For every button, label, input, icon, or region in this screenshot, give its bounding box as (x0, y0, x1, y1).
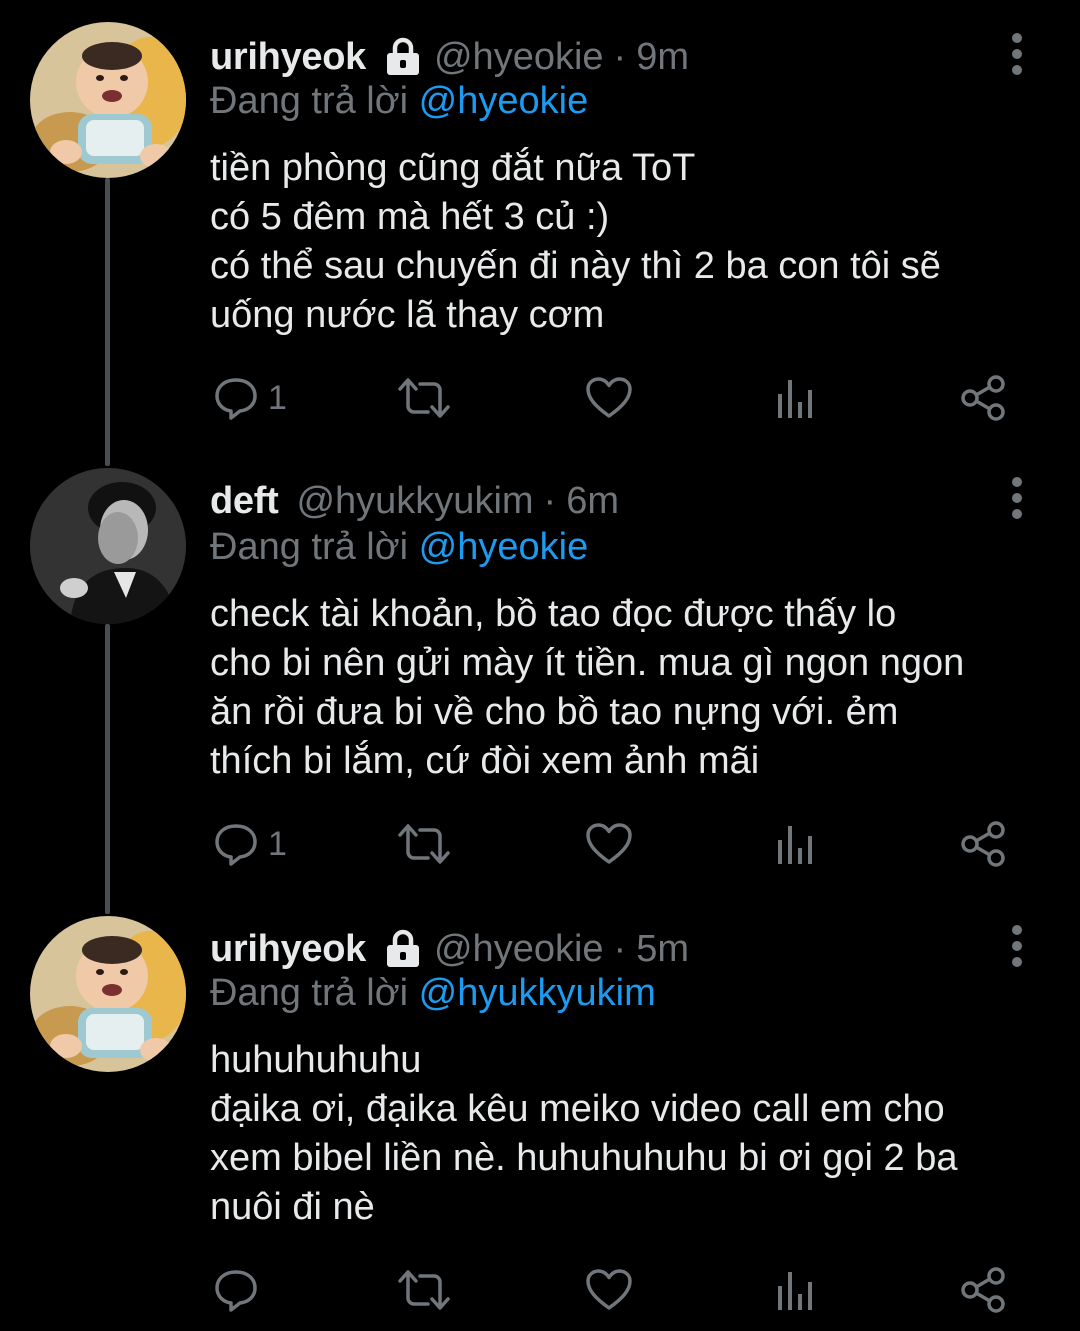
share-button[interactable] (960, 1260, 1006, 1320)
tweet-text-line: check tài khoản, bồ tao đọc được thấy lo (210, 593, 897, 635)
baby-avatar-icon (30, 22, 186, 178)
tweet[interactable]: urihyeok @hyeokie · 5m Đang trả lời @hyu… (0, 916, 1080, 1331)
heart-icon (586, 823, 632, 864)
action-bar: 1 (210, 368, 1050, 428)
tweet-text-line: có 5 đêm mà hết 3 củ :) (210, 196, 610, 238)
tweet-text-line: huhuhuhuhu (210, 1039, 422, 1081)
display-name[interactable]: urihyeok (210, 36, 366, 79)
timestamp[interactable]: 5m (636, 928, 689, 971)
retweet-button[interactable] (398, 368, 450, 428)
replying-to: Đang trả lời @hyukkyukim (210, 972, 656, 1015)
analytics-icon (778, 380, 812, 418)
reply-button[interactable]: 1 (214, 368, 287, 428)
reply-button[interactable]: 1 (214, 814, 287, 874)
timestamp[interactable]: 6m (566, 480, 619, 523)
tweet-text-line: uống nước lã thay cơm (210, 294, 605, 336)
man-bw-avatar-icon (30, 468, 186, 624)
handle[interactable]: @hyeokie (434, 36, 604, 79)
share-button[interactable] (960, 368, 1006, 428)
views-button[interactable] (776, 814, 816, 874)
share-icon (961, 821, 1005, 867)
action-bar: 1 (210, 814, 1050, 874)
like-button[interactable] (585, 368, 633, 428)
tweet-text-line: xem bibel liền nè. huhuhuhuhu bi ơi gọi … (210, 1137, 958, 1179)
reply-button[interactable] (214, 1260, 268, 1320)
tweet-text-line: tiền phòng cũng đắt nữa ToT (210, 147, 696, 189)
tweet-text-line: cho bi nên gửi mày ít tiền. mua gì ngon … (210, 642, 965, 684)
views-button[interactable] (776, 368, 816, 428)
tweet[interactable]: urihyeok @hyeokie · 9m Đang trả lời @hye… (0, 22, 1080, 442)
replying-to-handle[interactable]: @hyukkyukim (419, 972, 656, 1014)
separator: · (613, 35, 627, 78)
heart-icon (586, 377, 632, 418)
heart-icon (586, 1269, 632, 1310)
handle[interactable]: @hyukkyukim (296, 480, 533, 523)
more-options-icon[interactable] (1006, 32, 1028, 76)
replying-to-label: Đang trả lời (210, 80, 409, 122)
display-name[interactable]: deft (210, 480, 279, 523)
share-button[interactable] (960, 814, 1006, 874)
lock-icon (386, 929, 419, 967)
reply-count: 1 (268, 824, 287, 863)
tweet-text-line: ăn rồi đưa bi về cho bồ tao nựng với. ẻm (210, 691, 899, 733)
reply-icon (215, 1270, 257, 1312)
tweet-header: urihyeok @hyeokie · 9m (210, 32, 689, 82)
replying-to-handle[interactable]: @hyeokie (419, 80, 589, 122)
reply-count: 1 (268, 378, 287, 417)
action-bar (210, 1260, 1050, 1320)
tweet-text-line: có thể sau chuyến đi này thì 2 ba con tô… (210, 245, 941, 287)
tweet[interactable]: deft @hyukkyukim · 6m Đang trả lời @hyeo… (0, 468, 1080, 888)
share-icon (961, 1267, 1005, 1313)
like-button[interactable] (585, 814, 633, 874)
retweet-icon (398, 1270, 450, 1310)
tweet-text: tiền phòng cũng đắt nữa ToT có 5 đêm mà … (210, 144, 1050, 340)
like-button[interactable] (585, 1260, 633, 1320)
avatar[interactable] (30, 22, 186, 178)
retweet-icon (398, 378, 450, 418)
share-icon (961, 375, 1005, 421)
separator: · (613, 927, 627, 970)
handle[interactable]: @hyeokie (434, 928, 604, 971)
baby-avatar-icon (30, 916, 186, 1072)
retweet-button[interactable] (398, 814, 450, 874)
tweet-text-line: nuôi đi nè (210, 1186, 375, 1228)
tweet-text-line: đạika ơi, đạika kêu meiko video call em … (210, 1088, 945, 1130)
timestamp[interactable]: 9m (636, 36, 689, 79)
reply-icon (215, 824, 257, 866)
tweet-header: urihyeok @hyeokie · 5m (210, 924, 689, 974)
avatar[interactable] (30, 468, 186, 624)
tweet-thread: urihyeok @hyeokie · 9m Đang trả lời @hye… (0, 0, 1080, 1331)
retweet-button[interactable] (398, 1260, 450, 1320)
separator: · (543, 479, 557, 522)
analytics-icon (778, 826, 812, 864)
views-button[interactable] (776, 1260, 816, 1320)
tweet-text: check tài khoản, bồ tao đọc được thấy lo… (210, 590, 1050, 786)
avatar[interactable] (30, 916, 186, 1072)
tweet-text-line: thích bi lắm, cứ đòi xem ảnh mãi (210, 740, 760, 782)
more-options-icon[interactable] (1006, 924, 1028, 968)
lock-icon (386, 37, 419, 75)
more-options-icon[interactable] (1006, 476, 1028, 520)
replying-to: Đang trả lời @hyeokie (210, 80, 588, 123)
replying-to-handle[interactable]: @hyeokie (419, 526, 589, 568)
replying-to-label: Đang trả lời (210, 526, 409, 568)
reply-icon (215, 378, 257, 420)
retweet-icon (398, 824, 450, 864)
tweet-text: huhuhuhuhu đạika ơi, đạika kêu meiko vid… (210, 1036, 1050, 1232)
analytics-icon (778, 1272, 812, 1310)
replying-to-label: Đang trả lời (210, 972, 409, 1014)
display-name[interactable]: urihyeok (210, 928, 366, 971)
tweet-header: deft @hyukkyukim · 6m (210, 476, 619, 526)
replying-to: Đang trả lời @hyeokie (210, 526, 588, 569)
